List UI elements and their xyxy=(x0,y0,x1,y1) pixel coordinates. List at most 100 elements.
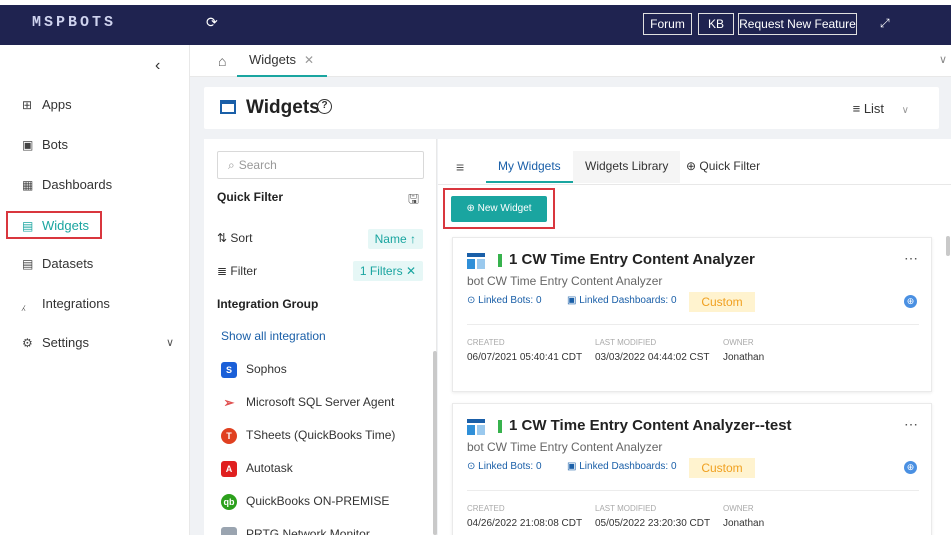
tab-widgets-library[interactable]: Widgets Library xyxy=(573,151,681,183)
linked-dashboards-link[interactable]: ▣ Linked Dashboards: 0 xyxy=(567,461,677,472)
sidebar-item-bots[interactable]: ▣ Bots xyxy=(8,132,178,160)
dataset-icon: ▤ xyxy=(22,257,34,271)
created-label: CREATED xyxy=(467,338,505,347)
linked-bots-link[interactable]: ⊙ Linked Bots: 0 xyxy=(467,461,542,472)
status-bar xyxy=(498,420,502,433)
widget-subtitle: bot CW Time Entry Content Analyzer xyxy=(467,274,663,288)
integration-item[interactable]: PRTG Network Monitor xyxy=(221,524,370,535)
filter-icon: ≣ xyxy=(217,264,228,278)
arrow-up-icon: ↑ xyxy=(410,232,416,246)
linked-dashboards-text: Linked Dashboards: 0 xyxy=(579,295,677,306)
modified-label: LAST MODIFIED xyxy=(595,338,657,347)
integration-item[interactable]: A Autotask xyxy=(221,458,293,478)
forum-button[interactable]: Forum xyxy=(643,13,692,35)
tab-my-widgets[interactable]: My Widgets xyxy=(486,151,573,183)
help-icon[interactable]: ? xyxy=(317,99,332,114)
tab-widgets[interactable]: Widgets ✕ xyxy=(237,45,327,77)
filter-scrollbar[interactable] xyxy=(433,351,437,535)
sophos-icon: S xyxy=(221,361,237,378)
close-icon[interactable]: ✕ xyxy=(406,264,416,278)
kb-button[interactable]: KB xyxy=(698,13,734,35)
top-edge xyxy=(0,0,951,5)
show-all-integration-link[interactable]: Show all integration xyxy=(221,329,326,343)
widget-title[interactable]: 1 CW Time Entry Content Analyzer--test xyxy=(509,417,792,434)
more-icon[interactable]: ⋯ xyxy=(904,416,919,433)
tab-label: Widgets xyxy=(249,52,296,67)
divider xyxy=(467,324,919,325)
globe-icon[interactable]: ⊕ xyxy=(904,295,917,308)
list-icon: ≡ xyxy=(852,101,861,116)
search-placeholder: Search xyxy=(238,158,277,172)
close-icon[interactable]: ✕ xyxy=(304,53,314,67)
search-input[interactable]: ⌕ Search xyxy=(217,151,424,179)
sidebar-item-settings[interactable]: ⚙ Settings ∨ xyxy=(8,330,178,358)
sidebar-item-label: Datasets xyxy=(42,256,94,271)
linked-bots-text: Linked Bots: 0 xyxy=(478,461,542,472)
integration-item[interactable]: ➢ Microsoft SQL Server Agent xyxy=(221,392,395,412)
new-widget-button[interactable]: ⊕ New Widget xyxy=(451,196,547,222)
linked-bots-link[interactable]: ⊙ Linked Bots: 0 xyxy=(467,295,542,306)
save-icon[interactable]: 🖫 xyxy=(408,190,419,212)
link-icon: ⊙ xyxy=(467,461,476,472)
widget-card[interactable]: 1 CW Time Entry Content Analyzer--test ⋯… xyxy=(452,403,932,535)
integration-name: TSheets (QuickBooks Time) xyxy=(246,428,396,442)
filter-panel: ⌕ Search Quick Filter 🖫 ⇅ Sort Name ↑ ≣ F… xyxy=(204,139,437,535)
filter-label: ≣ Filter xyxy=(217,264,257,278)
linked-dashboards-text: Linked Dashboards: 0 xyxy=(579,461,677,472)
view-mode-select[interactable]: ≡ List ∨ xyxy=(853,101,909,116)
filter-text: Filter xyxy=(230,264,258,278)
status-bar xyxy=(498,254,502,267)
app-logo[interactable]: MSPBOTS xyxy=(32,14,116,31)
home-icon[interactable]: ⌂ xyxy=(218,53,226,69)
table-icon: ▦ xyxy=(22,178,34,192)
sql-agent-icon: ➢ xyxy=(223,394,235,410)
view-mode-label: List xyxy=(863,101,885,116)
widget-icon: ▤ xyxy=(22,219,34,233)
new-widget-label: New Widget xyxy=(477,203,532,214)
created-label: CREATED xyxy=(467,504,505,513)
request-feature-button[interactable]: Request New Feature xyxy=(738,13,857,35)
linked-bots-text: Linked Bots: 0 xyxy=(478,295,542,306)
sidebar-item-widgets[interactable]: ▤ Widgets xyxy=(6,211,102,239)
created-value: 06/07/2021 05:40:41 CDT xyxy=(467,352,583,363)
fullscreen-icon[interactable]: ⤢ xyxy=(880,16,890,31)
globe-icon[interactable]: ⊕ xyxy=(904,461,917,474)
refresh-icon[interactable]: ⟳ xyxy=(206,14,220,30)
filter-tag[interactable]: 1 Filters ✕ xyxy=(352,261,423,281)
tsheets-icon: T xyxy=(221,427,237,444)
tab-label: Quick Filter xyxy=(699,159,761,173)
widget-title[interactable]: 1 CW Time Entry Content Analyzer xyxy=(509,251,755,268)
page-header: Widgets ? ≡ List ∨ xyxy=(204,87,939,129)
integration-name: PRTG Network Monitor xyxy=(246,527,370,535)
integration-item[interactable]: qb QuickBooks ON-PREMISE xyxy=(221,491,389,511)
integration-item[interactable]: S Sophos xyxy=(221,359,287,379)
owner-label: OWNER xyxy=(723,338,754,347)
sort-tag[interactable]: Name ↑ xyxy=(367,229,423,249)
collapse-sidebar-icon[interactable]: ‹ xyxy=(155,57,160,75)
tab-quick-filter[interactable]: ⊕ Quick Filter xyxy=(674,151,772,183)
tab-divider xyxy=(438,184,951,185)
status-badge: Custom xyxy=(689,292,755,312)
owner-value: Jonathan xyxy=(723,518,765,529)
sidebar-item-label: Apps xyxy=(42,97,72,112)
main-panel: ≡ My Widgets Widgets Library ⊕ Quick Fil… xyxy=(438,139,951,535)
menu-icon[interactable]: ≡ xyxy=(456,159,464,175)
autotask-icon: A xyxy=(221,460,237,477)
link-icon: ⊙ xyxy=(467,295,476,306)
sidebar-item-datasets[interactable]: ▤ Datasets xyxy=(8,251,178,279)
more-icon[interactable]: ⋯ xyxy=(904,250,919,267)
sidebar-item-dashboards[interactable]: ▦ Dashboards xyxy=(8,172,178,200)
modified-value: 05/05/2022 23:20:30 CDT xyxy=(595,518,711,529)
main-scrollbar[interactable] xyxy=(946,236,950,256)
sidebar: ‹ ⊞ Apps ▣ Bots ▦ Dashboards ▤ Widgets ▤ Data… xyxy=(0,45,190,535)
page-title: Widgets xyxy=(246,97,320,118)
sidebar-item-integrations[interactable]: ⁁ Integrations xyxy=(8,291,178,319)
linked-dashboards-link[interactable]: ▣ Linked Dashboards: 0 xyxy=(567,295,677,306)
chevron-down-icon[interactable]: ∨ xyxy=(939,53,947,66)
widget-card[interactable]: 1 CW Time Entry Content Analyzer ⋯ bot C… xyxy=(452,237,932,392)
sidebar-item-apps[interactable]: ⊞ Apps xyxy=(8,92,178,120)
sidebar-item-label: Dashboards xyxy=(42,177,113,192)
integration-group-title: Integration Group xyxy=(217,297,319,311)
dashboard-icon: ▣ xyxy=(567,461,577,472)
integration-item[interactable]: T TSheets (QuickBooks Time) xyxy=(221,425,395,445)
